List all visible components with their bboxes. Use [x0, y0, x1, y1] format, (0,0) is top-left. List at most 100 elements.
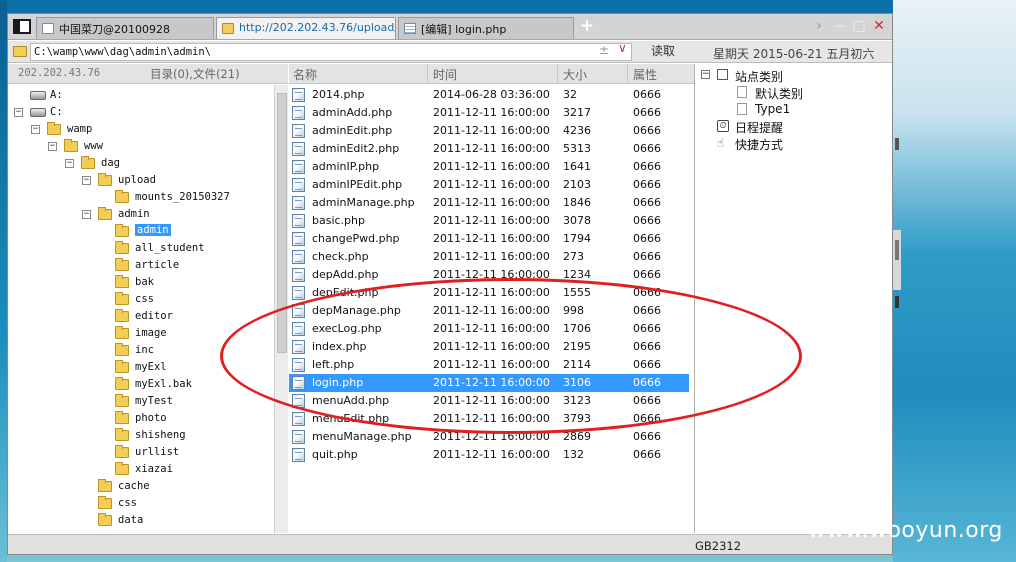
- tree-item-label: mounts_20150327: [135, 191, 230, 203]
- maximize-icon[interactable]: □: [851, 17, 867, 35]
- file-size: 3106: [563, 376, 591, 389]
- column-name[interactable]: 名称: [293, 66, 317, 83]
- tree-item[interactable]: shisheng: [8, 428, 274, 445]
- file-size: 3078: [563, 214, 591, 227]
- file-row[interactable]: check.php 2011-12-11 16:00:00 273 0666: [289, 248, 689, 266]
- desktop-background-right: [893, 0, 1016, 562]
- category-item[interactable]: Type1: [695, 101, 891, 118]
- collapse-icon[interactable]: −: [14, 108, 23, 117]
- collapse-icon[interactable]: −: [701, 70, 710, 79]
- tree-item[interactable]: admin: [8, 224, 274, 241]
- tree-scrollbar[interactable]: [274, 85, 288, 533]
- tab-label: 中国菜刀@20100928: [59, 23, 170, 36]
- path-input[interactable]: C:\wamp\www\dag\admin\admin\: [30, 43, 632, 61]
- column-size[interactable]: 大小: [563, 66, 587, 83]
- app-menu-icon[interactable]: [13, 19, 31, 34]
- tree-item[interactable]: urllist: [8, 445, 274, 462]
- file-row[interactable]: execLog.php 2011-12-11 16:00:00 1706 0666: [289, 320, 689, 338]
- scrollbar-thumb[interactable]: [277, 93, 287, 353]
- file-row[interactable]: adminIP.php 2011-12-11 16:00:00 1641 0666: [289, 158, 689, 176]
- collapse-icon[interactable]: −: [31, 125, 40, 134]
- file-row[interactable]: changePwd.php 2011-12-11 16:00:00 1794 0666: [289, 230, 689, 248]
- tab-file-manager[interactable]: http://202.202.43.76/upload/...: [216, 17, 396, 39]
- document-icon: [404, 23, 416, 34]
- tree-item[interactable]: css: [8, 292, 274, 309]
- folder-icon: [115, 224, 129, 237]
- tree-item[interactable]: − wamp: [8, 122, 274, 139]
- tree-item[interactable]: bak: [8, 275, 274, 292]
- collapse-icon[interactable]: −: [48, 142, 57, 151]
- file-time: 2011-12-11 16:00:00: [433, 160, 550, 173]
- tab-home[interactable]: 中国菜刀@20100928: [36, 17, 214, 39]
- file-row[interactable]: left.php 2011-12-11 16:00:00 2114 0666: [289, 356, 689, 374]
- file-row[interactable]: menuAdd.php 2011-12-11 16:00:00 3123 0666: [289, 392, 689, 410]
- file-row[interactable]: depManage.php 2011-12-11 16:00:00 998 0666: [289, 302, 689, 320]
- file-row[interactable]: depEdit.php 2011-12-11 16:00:00 1555 0666: [289, 284, 689, 302]
- tree-item[interactable]: A:: [8, 88, 274, 105]
- chevron-down-icon[interactable]: ∨: [618, 41, 627, 55]
- tree-item[interactable]: all_student: [8, 241, 274, 258]
- file-attr: 0666: [633, 286, 661, 299]
- file-row[interactable]: adminManage.php 2011-12-11 16:00:00 1846 06…: [289, 194, 689, 212]
- file-row[interactable]: adminEdit.php 2011-12-11 16:00:00 4236 0666: [289, 122, 689, 140]
- tree-item[interactable]: − upload: [8, 173, 274, 190]
- tree-item[interactable]: myTest: [8, 394, 274, 411]
- file-row[interactable]: 2014.php 2014-06-28 03:36:00 32 0666: [289, 86, 689, 104]
- tree-item[interactable]: image: [8, 326, 274, 343]
- tree-item[interactable]: mounts_20150327: [8, 190, 274, 207]
- collapse-icon[interactable]: −: [65, 159, 74, 168]
- file-size: 2103: [563, 178, 591, 191]
- folder-icon: [115, 377, 129, 390]
- tree-item-label: myTest: [135, 395, 173, 407]
- tree-item-label: urllist: [135, 446, 180, 458]
- tree-item[interactable]: data: [8, 513, 274, 530]
- file-time: 2011-12-11 16:00:00: [433, 196, 550, 209]
- file-name: index.php: [312, 340, 367, 353]
- plus-minus-icon[interactable]: ±: [599, 43, 609, 57]
- close-icon[interactable]: ✕: [871, 17, 887, 35]
- category-item[interactable]: − 站点类别: [695, 67, 891, 84]
- tree-item[interactable]: − C:: [8, 105, 274, 122]
- category-item[interactable]: ☝ 快捷方式: [695, 135, 891, 152]
- file-row[interactable]: depAdd.php 2011-12-11 16:00:00 1234 0666: [289, 266, 689, 284]
- collapse-icon[interactable]: −: [82, 176, 91, 185]
- new-tab-button[interactable]: +: [578, 18, 596, 36]
- desktop-edge-mark: [895, 138, 899, 150]
- file-row[interactable]: index.php 2011-12-11 16:00:00 2195 0666: [289, 338, 689, 356]
- tree-item[interactable]: myExl.bak: [8, 377, 274, 394]
- php-file-icon: [292, 430, 305, 444]
- column-time[interactable]: 时间: [433, 66, 457, 83]
- tree-item[interactable]: − dag: [8, 156, 274, 173]
- chevron-right-icon[interactable]: ›: [811, 17, 827, 35]
- file-row[interactable]: login.php 2011-12-11 16:00:00 3106 0666: [289, 374, 689, 392]
- file-row[interactable]: quit.php 2011-12-11 16:00:00 132 0666: [289, 446, 689, 464]
- file-row[interactable]: adminEdit2.php 2011-12-11 16:00:00 5313 066…: [289, 140, 689, 158]
- tab-editor[interactable]: [编辑] login.php: [398, 17, 574, 39]
- category-item[interactable]: 默认类别: [695, 84, 891, 101]
- file-row[interactable]: menuEdit.php 2011-12-11 16:00:00 3793 0666: [289, 410, 689, 428]
- minimize-icon[interactable]: —: [832, 17, 848, 35]
- tree-item[interactable]: editor: [8, 309, 274, 326]
- collapse-icon[interactable]: −: [82, 210, 91, 219]
- tree-item[interactable]: inc: [8, 343, 274, 360]
- drive-icon: [30, 108, 46, 117]
- tree-item[interactable]: − www: [8, 139, 274, 156]
- category-label: 默认类别: [755, 87, 804, 101]
- tree-item[interactable]: css: [8, 496, 274, 513]
- category-label: 日程提醒: [735, 121, 784, 135]
- file-row[interactable]: basic.php 2011-12-11 16:00:00 3078 0666: [289, 212, 689, 230]
- file-row[interactable]: adminIPEdit.php 2011-12-11 16:00:00 2103 06…: [289, 176, 689, 194]
- column-attr[interactable]: 属性: [633, 66, 657, 83]
- read-button[interactable]: 读取: [636, 43, 690, 61]
- tree-item[interactable]: cache: [8, 479, 274, 496]
- category-item[interactable]: ⏲ 日程提醒: [695, 118, 891, 135]
- tree-item-label: myExl.bak: [135, 378, 192, 390]
- file-row[interactable]: adminAdd.php 2011-12-11 16:00:00 3217 0666: [289, 104, 689, 122]
- tree-item[interactable]: − admin: [8, 207, 274, 224]
- tree-item[interactable]: xiazai: [8, 462, 274, 479]
- file-time: 2011-12-11 16:00:00: [433, 106, 550, 119]
- tree-item[interactable]: photo: [8, 411, 274, 428]
- tree-item[interactable]: article: [8, 258, 274, 275]
- file-row[interactable]: menuManage.php 2011-12-11 16:00:00 2869 066…: [289, 428, 689, 446]
- tree-item[interactable]: myExl: [8, 360, 274, 377]
